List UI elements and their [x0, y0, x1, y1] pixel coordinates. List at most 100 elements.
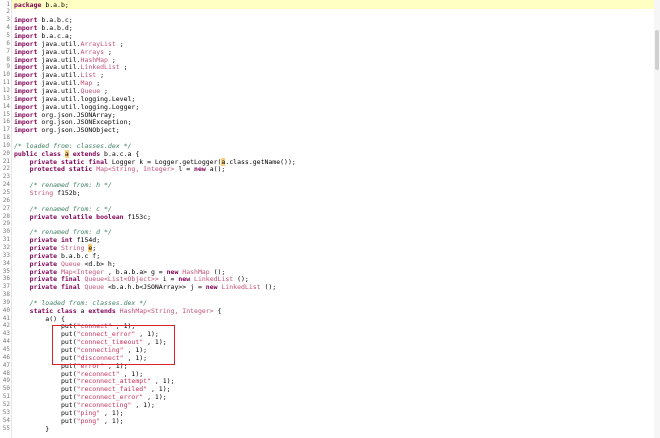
- code-token: "reconnect_attempt": [76, 377, 155, 386]
- vertical-scrollbar[interactable]: [654, 0, 660, 438]
- code-token: Queue: [60, 259, 85, 268]
- code-token: protected static: [29, 165, 97, 174]
- code-token: , 1);: [104, 408, 124, 417]
- code-token: b.a.b;: [45, 0, 69, 9]
- code-token: import: [14, 71, 42, 80]
- code-token: extends: [72, 149, 105, 158]
- code-line[interactable]: }: [14, 425, 49, 433]
- code-token: ;: [119, 39, 124, 48]
- code-token: String: [29, 189, 58, 197]
- code-token: HashMap: [182, 267, 214, 276]
- code-line[interactable]: protected static Map<String, Integer> l …: [14, 165, 226, 174]
- code-token: java.util.: [41, 71, 81, 80]
- code-token: private int: [29, 236, 77, 245]
- code-token: , b.a.b.a> g =: [107, 267, 167, 276]
- code-token: Queue<List<Object>>: [84, 275, 163, 284]
- code-token: , 1);: [104, 416, 124, 425]
- code-token: "reconnect_error": [76, 393, 148, 402]
- code-token: put(: [14, 393, 77, 402]
- code-token: b.a.b.d;: [41, 24, 73, 33]
- code-token: l =: [178, 165, 195, 174]
- code-token: String: [60, 243, 89, 252]
- code-token: import: [14, 32, 42, 40]
- code-token: HashMap: [80, 55, 112, 64]
- code-line[interactable]: String f152b;: [14, 189, 81, 197]
- code-token: java.util.: [41, 79, 81, 88]
- code-token: java.util.: [41, 39, 81, 48]
- code-token: java.util.: [41, 47, 81, 56]
- code-token: import: [14, 39, 42, 48]
- code-token: .class.getName());: [225, 157, 296, 166]
- code-token: f154d;: [76, 236, 101, 245]
- code-token: put(: [14, 377, 77, 386]
- code-token: }: [14, 424, 50, 433]
- code-token: <b.a.h.b<JSONArray>> j =: [107, 283, 206, 292]
- code-token: import: [14, 47, 42, 56]
- code-token: import: [14, 110, 42, 119]
- code-token: /* renamed from: d */: [29, 228, 112, 237]
- code-token: "ping": [76, 408, 105, 417]
- code-token: org.json.JSONException;: [41, 118, 132, 127]
- code-token: put(: [14, 400, 77, 409]
- code-token: java.util.: [41, 86, 81, 95]
- code-token: , 1);: [135, 400, 155, 409]
- code-token: "pong": [76, 416, 105, 425]
- code-token: ;: [107, 47, 112, 56]
- code-token: private final: [29, 275, 85, 284]
- code-token: put(: [14, 369, 77, 378]
- code-token: org.json.JSONObject;: [41, 126, 120, 135]
- code-token: import: [14, 86, 42, 95]
- code-token: java.util.: [41, 55, 81, 64]
- code-token: import: [14, 16, 42, 25]
- code-token: ();: [213, 267, 226, 276]
- code-token: a();: [209, 165, 226, 174]
- code-token: "reconnecting": [76, 400, 136, 409]
- code-line[interactable]: private final Queue <b.a.h.b<JSONArray>>…: [14, 283, 277, 292]
- current-line-highlight: [11, 0, 660, 9]
- code-token: ArrayList: [80, 39, 120, 48]
- code-token: import: [14, 126, 42, 135]
- code-token: <d.b> h;: [84, 259, 116, 268]
- code-token: /* loaded from: classes.dex */: [14, 141, 132, 150]
- code-token: i =: [162, 275, 179, 284]
- code-token: new: [205, 283, 222, 292]
- code-token: Queue: [84, 283, 108, 292]
- code-line[interactable]: import org.json.JSONObject;: [14, 126, 120, 134]
- code-token: import: [14, 63, 42, 72]
- highlighted-selection-box: [52, 325, 175, 365]
- code-line[interactable]: private volatile boolean f153c;: [14, 213, 151, 221]
- code-token: put(: [14, 416, 77, 425]
- code-token: Queue: [80, 86, 105, 95]
- code-token: List: [80, 71, 101, 80]
- code-token: "reconnect": [76, 369, 124, 378]
- code-token: a: [64, 149, 69, 158]
- code-token: , 1);: [150, 385, 171, 394]
- code-token: Arrays: [80, 47, 108, 56]
- line-number-gutter: 1 2 3 4 5 6 7 8 9 10 11 12 13 14 15 16 17 18 19 20 21 22 23 24 2…: [0, 0, 12, 438]
- code-token: f152b;: [57, 189, 81, 197]
- code-token: put(: [14, 385, 77, 394]
- scrollbar-thumb[interactable]: [655, 30, 659, 70]
- code-token: LinkedList: [194, 275, 238, 284]
- code-token: private: [29, 259, 61, 268]
- code-token: import: [14, 94, 42, 103]
- code-token: a() {: [14, 314, 65, 323]
- code-token: HashMap<String, Integer>: [119, 306, 218, 315]
- code-token: LinkedList: [80, 63, 124, 72]
- code-token: Map: [80, 79, 97, 88]
- code-token: import: [14, 79, 42, 88]
- code-token: public class: [14, 149, 65, 158]
- code-line[interactable]: package b.a.b;: [14, 1, 69, 9]
- code-token: new: [194, 165, 210, 174]
- code-token: import: [14, 102, 42, 111]
- code-editor[interactable]: 1 2 3 4 5 6 7 8 9 10 11 12 13 14 15 16 17 18 19 20 21 22 23 24 2…: [0, 0, 660, 438]
